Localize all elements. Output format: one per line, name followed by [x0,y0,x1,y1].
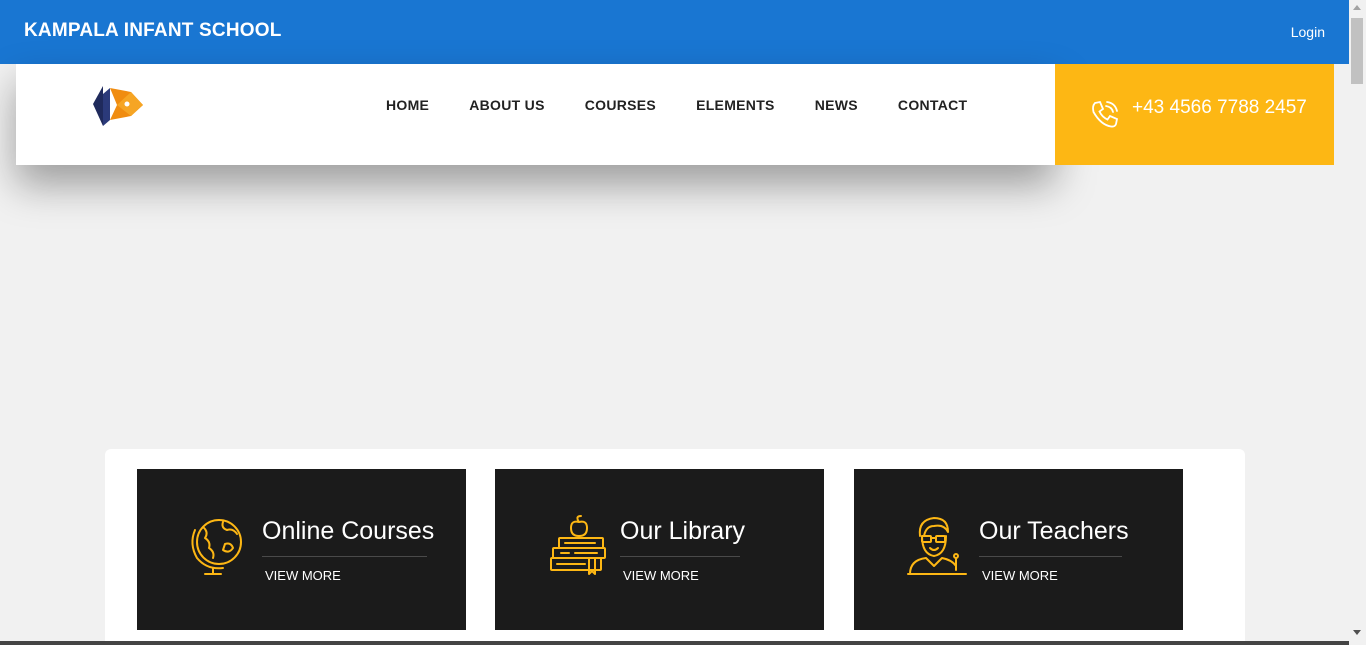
top-app-bar: KAMPALA INFANT SCHOOL Login [0,0,1349,64]
feature-title: Our Teachers [979,517,1129,545]
bottom-edge [0,641,1349,645]
phone-number[interactable]: +43 4566 7788 2457 [1132,97,1307,119]
globe-icon [187,514,247,581]
vertical-scrollbar[interactable] [1349,0,1366,645]
feature-card-online-courses[interactable]: Online Courses VIEW MORE [137,469,466,630]
nav-about-us[interactable]: ABOUT US [469,97,545,113]
teacher-icon [904,514,968,583]
scroll-down-arrow-icon[interactable] [1353,630,1361,635]
feature-divider [979,556,1122,557]
phone-icon [1089,98,1121,135]
feature-title: Our Library [620,517,746,545]
phone-contact-box: +43 4566 7788 2457 [1055,64,1334,165]
feature-title: Online Courses [262,517,435,545]
nav-contact[interactable]: CONTACT [898,97,968,113]
nav-courses[interactable]: COURSES [585,97,656,113]
view-more-link[interactable]: VIEW MORE [265,568,341,583]
pen-nib-logo-icon[interactable] [91,84,145,133]
feature-divider [620,556,740,557]
nav-elements[interactable]: ELEMENTS [696,97,775,113]
login-link[interactable]: Login [1291,24,1325,40]
nav-news[interactable]: NEWS [815,97,858,113]
feature-card-our-library[interactable]: Our Library VIEW MORE [495,469,824,630]
main-header: HOME ABOUT US COURSES ELEMENTS NEWS CONT… [16,64,1055,165]
brand-title[interactable]: KAMPALA INFANT SCHOOL [24,20,282,42]
books-icon [545,514,609,583]
scrollbar-thumb[interactable] [1351,18,1363,84]
scroll-up-arrow-icon[interactable] [1353,5,1361,10]
main-nav: HOME ABOUT US COURSES ELEMENTS NEWS CONT… [386,97,1007,113]
view-more-link[interactable]: VIEW MORE [982,568,1058,583]
view-more-link[interactable]: VIEW MORE [623,568,699,583]
feature-divider [262,556,427,557]
feature-card-our-teachers[interactable]: Our Teachers VIEW MORE [854,469,1183,630]
features-panel: Online Courses VIEW MORE Our Library VIE… [105,449,1245,645]
nav-home[interactable]: HOME [386,97,429,113]
